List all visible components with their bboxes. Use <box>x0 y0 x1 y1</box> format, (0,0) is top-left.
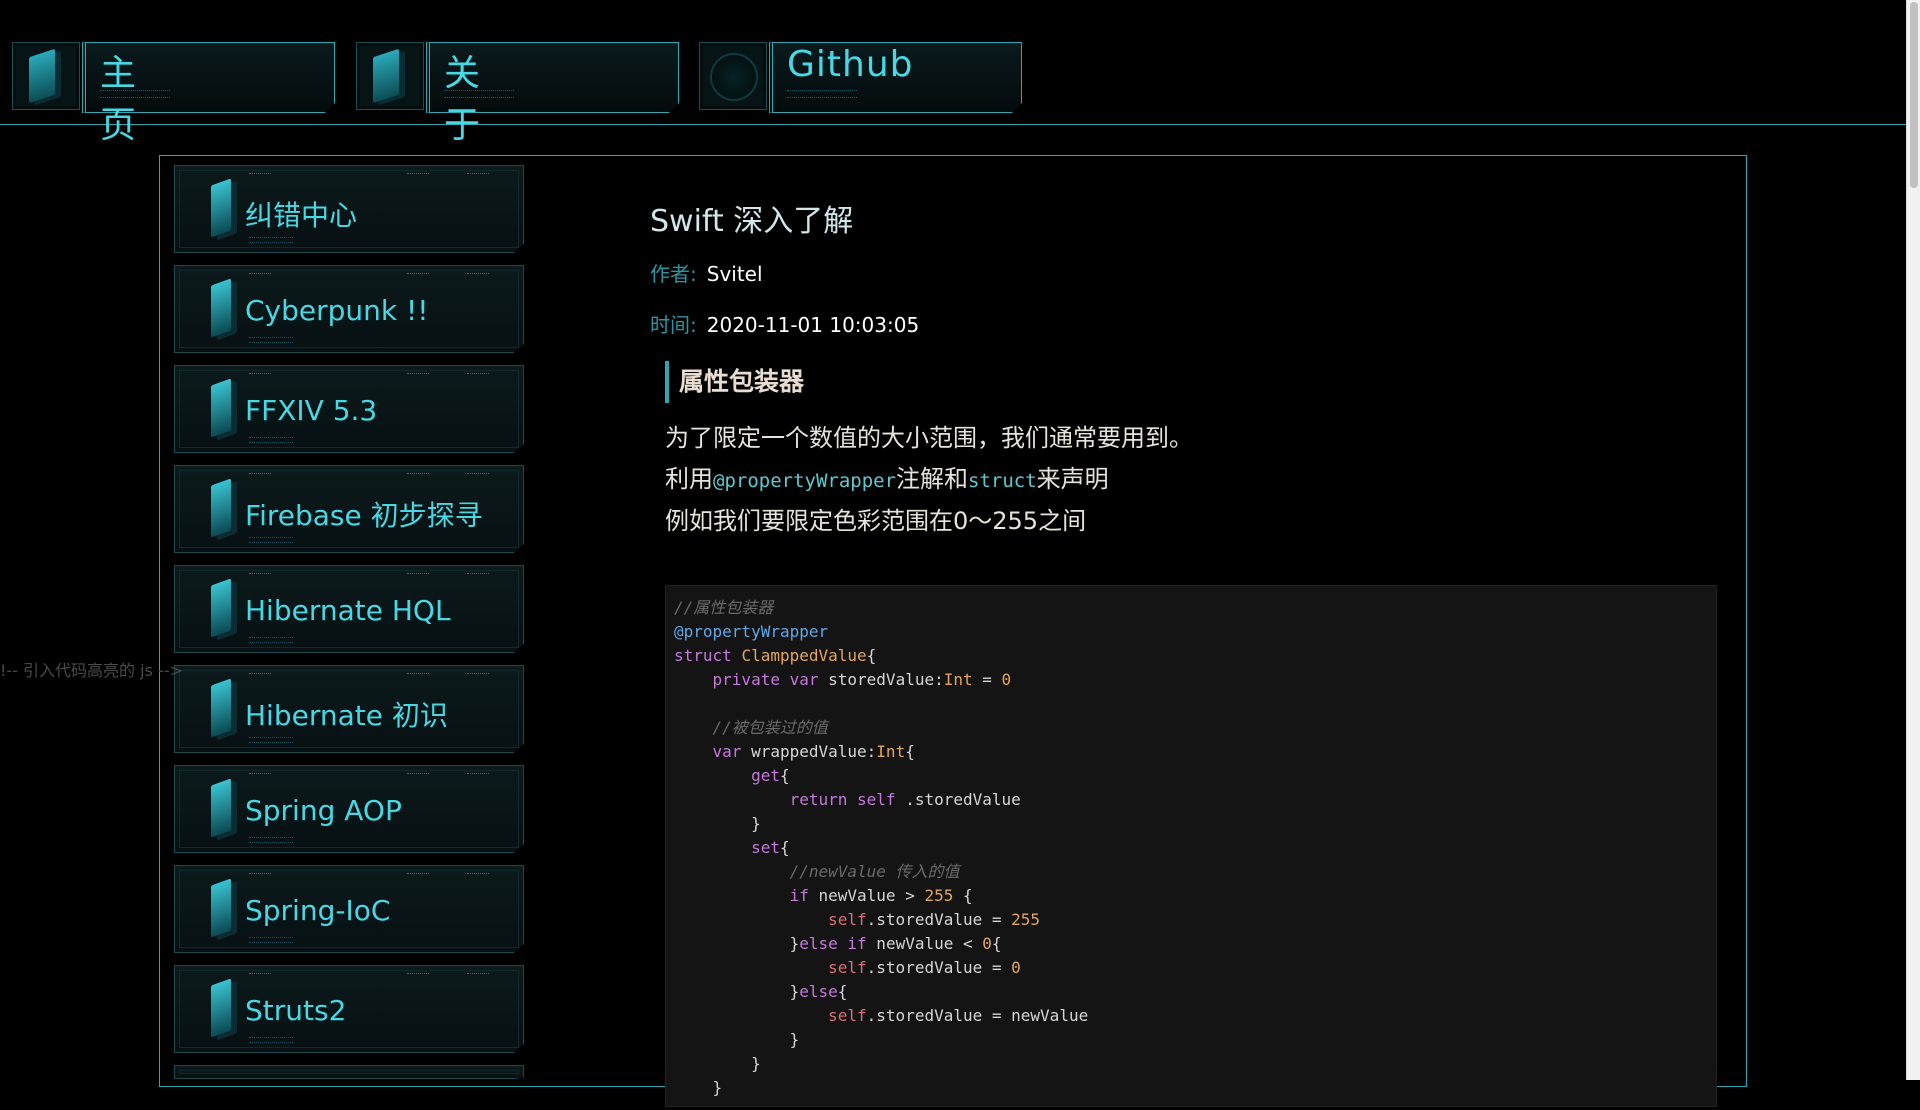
circle-icon <box>699 42 767 110</box>
code-block: //属性包装器 @propertyWrapper struct Clampped… <box>665 585 1717 1107</box>
sidebar-item[interactable]: Hibernate 初识 <box>174 665 524 753</box>
paragraph: 为了限定一个数值的大小范围，我们通常要用到。 <box>665 424 1193 452</box>
sidebar-item[interactable]: FFXIV 5.3 <box>174 365 524 453</box>
sidebar-item[interactable]: Spring-IoC <box>174 865 524 953</box>
chip-icon <box>211 778 231 838</box>
sidebar-item-label: Spring AOP <box>245 794 402 827</box>
paragraph: 利用@propertyWrapper注解和struct来声明 <box>665 465 1109 493</box>
sidebar-item[interactable]: Hibernate HQL <box>174 565 524 653</box>
sidebar-item-label: Spring-IoC <box>245 894 391 927</box>
chip-icon <box>211 678 231 738</box>
sidebar-item[interactable]: Cyberpunk !! <box>174 265 524 353</box>
code-content: //属性包装器 @propertyWrapper struct Clampped… <box>674 598 1089 1097</box>
nav-label-home: 主页 <box>100 53 138 146</box>
chip-icon <box>211 878 231 938</box>
author-value: Svitel <box>706 262 763 286</box>
chip-icon <box>211 578 231 638</box>
stray-comment-text: !-- 引入代码高亮的 js --> <box>0 661 183 680</box>
chip-icon <box>211 378 231 438</box>
article-title: Swift 深入了解 <box>650 204 854 239</box>
author-key: 作者: <box>650 262 697 286</box>
sidebar-item[interactable]: Struts2 <box>174 965 524 1053</box>
sidebar-item-label: Hibernate 初识 <box>245 699 448 732</box>
sidebar-item[interactable]: Spring AOP <box>174 765 524 853</box>
scrollbar-thumb[interactable] <box>1910 2 1918 188</box>
chip-icon <box>211 978 231 1038</box>
chip-icon <box>211 178 231 238</box>
inline-code: struct <box>968 470 1037 492</box>
inline-code: @propertyWrapper <box>713 470 897 492</box>
sidebar-item-label: FFXIV 5.3 <box>245 394 378 427</box>
chip-icon <box>356 42 424 110</box>
sidebar-item-label: Hibernate HQL <box>245 594 451 627</box>
nav-label-github: Github <box>787 44 914 85</box>
nav-label-about: 关于 <box>444 53 482 146</box>
sidebar: 纠错中心 Cyberpunk !! FFXIV 5.3 Firebase 初步探… <box>174 165 526 1091</box>
chip-icon <box>211 278 231 338</box>
top-nav: 主页 关于 Github <box>0 0 1907 146</box>
sidebar-item[interactable]: 纠错中心 <box>174 165 524 253</box>
time-key: 时间: <box>650 313 697 337</box>
chip-icon <box>211 478 231 538</box>
page-scrollbar[interactable] <box>1906 0 1920 1080</box>
section-heading: 属性包装器 <box>665 361 804 403</box>
sidebar-item-label: Firebase 初步探寻 <box>245 499 483 532</box>
time-value: 2020-11-01 10:03:05 <box>706 313 920 337</box>
sidebar-item[interactable]: Firebase 初步探寻 <box>174 465 524 553</box>
code-comment: //属性包装器 <box>674 598 774 617</box>
chip-icon <box>12 42 80 110</box>
article: Swift 深入了解 作者: Svitel 时间: 2020-11-01 10:03… <box>650 196 1716 535</box>
paragraph: 例如我们要限定色彩范围在0～255之间 <box>665 507 1087 535</box>
sidebar-item-label: 纠错中心 <box>245 199 358 232</box>
article-author: 作者: Svitel <box>650 258 1716 287</box>
sidebar-item-label: Struts2 <box>245 994 347 1027</box>
sidebar-item[interactable] <box>174 1065 524 1079</box>
sidebar-item-label: Cyberpunk !! <box>245 294 429 327</box>
article-time: 时间: 2020-11-01 10:03:05 <box>650 309 1716 338</box>
